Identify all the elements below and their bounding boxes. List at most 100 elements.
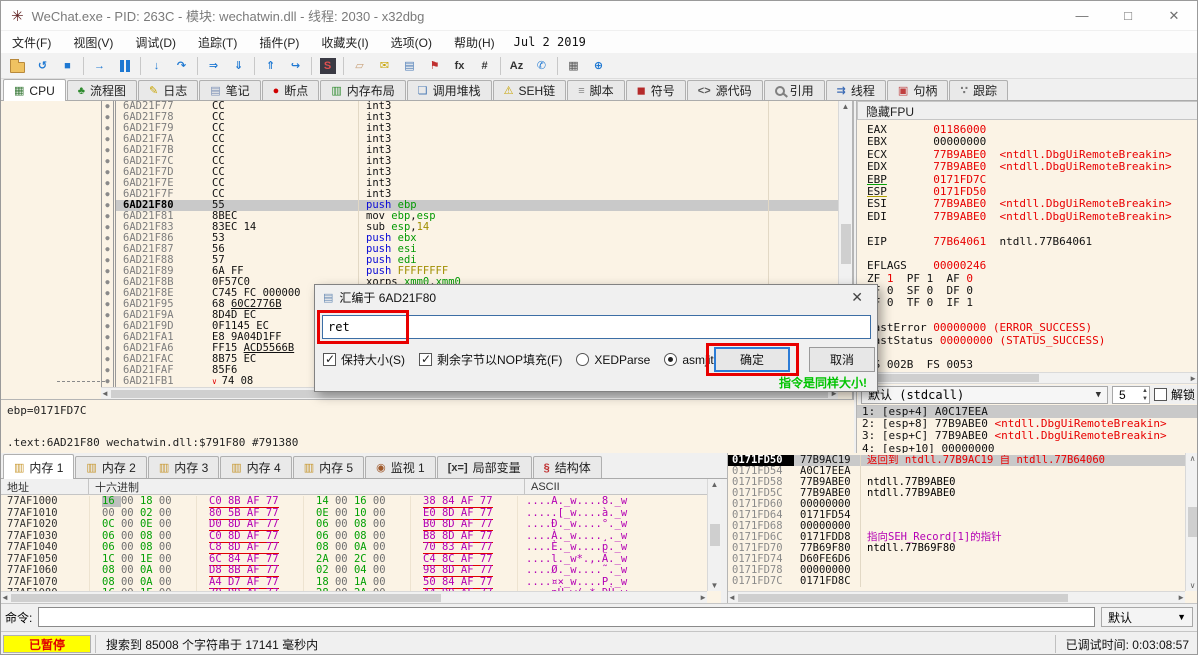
register-row[interactable]: EDI 77B9ABE0 <ntdll.DbgUiRemoteBreakin>: [867, 211, 1198, 223]
menu-item-2[interactable]: 调试(D): [124, 32, 187, 53]
breakpoint-dot-icon[interactable]: ●: [101, 211, 116, 222]
tab-断点[interactable]: ●断点: [262, 80, 320, 100]
hash-icon[interactable]: #: [472, 55, 497, 77]
scroll-down-icon[interactable]: ∨: [1190, 581, 1196, 590]
tab-日志[interactable]: ✎日志: [138, 80, 198, 100]
scroll-left-icon[interactable]: ◄: [101, 389, 109, 398]
tab-监视-1[interactable]: ◉监视 1: [365, 456, 436, 478]
register-row[interactable]: EIP 77B64061 ntdll.77B64061: [867, 236, 1198, 248]
scroll-thumb[interactable]: [11, 594, 441, 602]
unlock-checkbox[interactable]: [1154, 388, 1167, 401]
tab-跟踪[interactable]: ∵跟踪: [949, 80, 1008, 100]
tab-内存-4[interactable]: ▥内存 4: [220, 456, 291, 478]
tab-结构体[interactable]: §结构体: [533, 456, 602, 478]
registers-horizontal-scrollbar[interactable]: ◄ ►: [858, 372, 1198, 384]
dialog-radio-0[interactable]: [576, 353, 589, 366]
scroll-right-icon[interactable]: ►: [1189, 374, 1197, 383]
tab-内存-3[interactable]: ▥内存 3: [148, 456, 219, 478]
stepper-arrows-icon[interactable]: ▲▼: [1142, 387, 1148, 403]
stack-row[interactable]: 0171FD5877B9ABE0ntdll.77B9ABE0: [728, 477, 1185, 488]
breakpoint-dot-icon[interactable]: ●: [101, 145, 116, 156]
assemble-instruction-input[interactable]: [322, 315, 871, 339]
arg-count-stepper[interactable]: 5 ▲▼: [1112, 386, 1150, 404]
command-input[interactable]: [38, 607, 1095, 627]
stop-icon[interactable]: ■: [55, 55, 80, 77]
stack-row[interactable]: 0171FD74D60FE6D6: [728, 554, 1185, 565]
stack-row[interactable]: 0171FD6C0171FDD8指向SEH_Record[1]的指针: [728, 532, 1185, 543]
tab-源代码[interactable]: <>源代码: [687, 80, 763, 100]
tab-脚本[interactable]: ≡脚本: [567, 80, 624, 100]
breakpoint-dot-icon[interactable]: ●: [101, 101, 116, 112]
scylla-icon[interactable]: S: [315, 55, 340, 77]
calling-convention-select[interactable]: 默认 (stdcall) ▼: [861, 386, 1108, 404]
phone-icon[interactable]: ✆: [529, 55, 554, 77]
breakpoint-dot-icon[interactable]: ●: [101, 156, 116, 167]
tab-流程图[interactable]: ♣流程图: [67, 80, 137, 100]
open-file-icon[interactable]: [5, 55, 30, 77]
stack-row[interactable]: 0171FD6000000000: [728, 499, 1185, 510]
stack-row[interactable]: 0171FD7800000000: [728, 565, 1185, 576]
execute-till-return-icon[interactable]: ⇒: [201, 55, 226, 77]
cancel-button[interactable]: 取消: [809, 347, 875, 372]
breakpoint-dot-icon[interactable]: ●: [101, 134, 116, 145]
menu-item-4[interactable]: 插件(P): [248, 32, 310, 53]
hide-fpu-button[interactable]: 隐藏FPU: [857, 101, 1198, 120]
memory-horizontal-scrollbar[interactable]: ◄ ►: [1, 591, 707, 603]
breakpoint-dot-icon[interactable]: ●: [101, 343, 116, 354]
breakpoint-dot-icon[interactable]: ●: [101, 365, 116, 376]
tab-内存-2[interactable]: ▥内存 2: [75, 456, 146, 478]
breakpoint-dot-icon[interactable]: ●: [101, 189, 116, 200]
breakpoint-dot-icon[interactable]: ●: [101, 354, 116, 365]
scroll-up-icon[interactable]: ▲: [842, 102, 850, 111]
tab-内存布局[interactable]: ▥内存布局: [320, 80, 405, 100]
minimize-button[interactable]: —: [1059, 1, 1105, 30]
register-row[interactable]: LastStatus 00000000 (STATUS_SUCCESS): [867, 335, 1198, 347]
step-into-icon[interactable]: ↓: [144, 55, 169, 77]
patches-icon[interactable]: ▱: [347, 55, 372, 77]
restart-icon[interactable]: ↺: [30, 55, 55, 77]
stack-row[interactable]: 0171FD640171FD54: [728, 510, 1185, 521]
step-over-icon[interactable]: ↷: [169, 55, 194, 77]
stack-row[interactable]: 0171FD54A0C17EEA: [728, 466, 1185, 477]
scroll-right-icon[interactable]: ►: [1177, 593, 1185, 602]
scroll-right-icon[interactable]: ►: [699, 593, 707, 602]
menu-item-6[interactable]: 选项(O): [380, 32, 443, 53]
scroll-thumb[interactable]: [1188, 507, 1198, 537]
ok-button[interactable]: 确定: [714, 347, 790, 372]
breakpoint-dot-icon[interactable]: ●: [101, 123, 116, 134]
dialog-title-bar[interactable]: ▤ 汇编于 6AD21F80 ✕: [315, 285, 877, 309]
calculator-icon[interactable]: ▦: [561, 55, 586, 77]
menu-item-5[interactable]: 收藏夹(I): [310, 32, 379, 53]
breakpoint-dot-icon[interactable]: ●: [101, 321, 116, 332]
scroll-up-icon[interactable]: ∧: [1190, 454, 1196, 463]
stack-horizontal-scrollbar[interactable]: ◄ ►: [728, 591, 1185, 603]
tab-引用[interactable]: 引用: [764, 80, 825, 100]
stack-row[interactable]: 0171FD7C0171FD8C: [728, 576, 1185, 587]
run-to-user-code-icon[interactable]: ⇑: [258, 55, 283, 77]
dialog-close-icon[interactable]: ✕: [845, 289, 869, 306]
scroll-down-icon[interactable]: ▼: [711, 581, 719, 590]
tab-符号[interactable]: ◼符号: [626, 80, 686, 100]
tab-CPU[interactable]: ▦CPU: [3, 79, 66, 101]
breakpoint-dot-icon[interactable]: ●: [101, 233, 116, 244]
functions-icon[interactable]: fx: [447, 55, 472, 77]
trace-into-user-icon[interactable]: ↪: [283, 55, 308, 77]
dialog-radio-1[interactable]: [664, 353, 677, 366]
tab-笔记[interactable]: ▤笔记: [199, 80, 260, 100]
breakpoint-dot-icon[interactable]: ●: [101, 266, 116, 277]
breakpoint-dot-icon[interactable]: ●: [101, 167, 116, 178]
register-row[interactable]: GS 002B FS 0053: [867, 359, 1198, 371]
menu-item-0[interactable]: 文件(F): [1, 32, 62, 53]
scroll-up-icon[interactable]: ▲: [711, 480, 719, 489]
tab-内存-5[interactable]: ▥内存 5: [293, 456, 364, 478]
step-out-icon[interactable]: ⇓: [226, 55, 251, 77]
tab-内存-1[interactable]: ▥内存 1: [3, 454, 74, 479]
breakpoint-dot-icon[interactable]: ●: [101, 112, 116, 123]
breakpoint-dot-icon[interactable]: ●: [101, 244, 116, 255]
text-az-icon[interactable]: Az: [504, 55, 529, 77]
run-icon[interactable]: →: [87, 55, 112, 77]
breakpoint-dot-icon[interactable]: ●: [101, 200, 116, 211]
breakpoint-dot-icon[interactable]: ●: [101, 332, 116, 343]
breakpoint-dot-icon[interactable]: ●: [101, 222, 116, 233]
pause-icon[interactable]: [112, 55, 137, 77]
